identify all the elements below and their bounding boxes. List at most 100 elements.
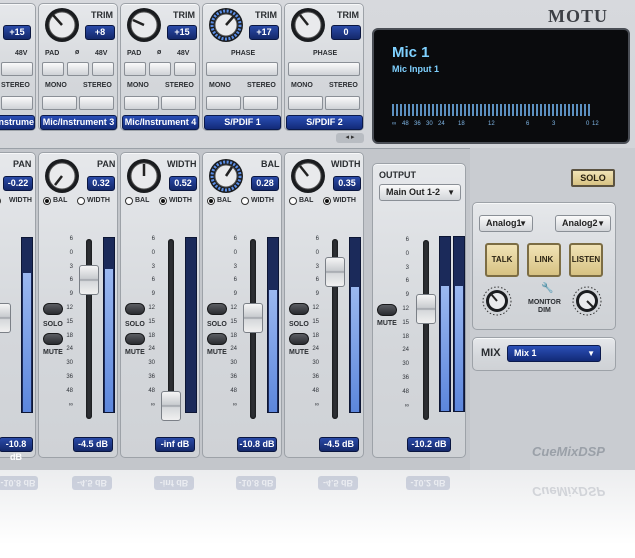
phase-button[interactable] — [149, 62, 171, 76]
display-scale-4: 24 — [438, 121, 445, 127]
bal-radio[interactable] — [43, 197, 51, 205]
48v-button[interactable] — [174, 62, 196, 76]
cuemix-window: +15 48V STEREO Instrument 2 TRIM +8 PAD … — [0, 0, 635, 470]
output-db-value[interactable]: -10.2 dB — [407, 437, 451, 452]
trim-value[interactable]: +8 — [85, 25, 115, 40]
mono-button[interactable] — [42, 96, 77, 110]
reflection-product: CueMixDSP — [532, 484, 605, 499]
reflection-db: -10.2 dB — [406, 476, 450, 490]
stereo-button[interactable] — [161, 96, 196, 110]
width-radio[interactable] — [77, 197, 85, 205]
level-meter — [103, 237, 115, 413]
trim-value[interactable]: +15 — [167, 25, 197, 40]
phase-button[interactable] — [206, 62, 278, 76]
pad-button[interactable] — [124, 62, 146, 76]
info-display: Mic 1 Mic Input 1 ∞ 48 36 30 24 18 12 6 … — [372, 28, 630, 144]
stereo-button[interactable] — [325, 96, 360, 110]
output-select[interactable]: Main Out 1-2 ▼ — [379, 184, 461, 201]
chevron-down-icon: ▼ — [447, 188, 455, 197]
mute-label: MUTE — [125, 349, 145, 356]
width-radio[interactable] — [323, 197, 331, 205]
left-monitor-select[interactable]: Analog1 ▼ — [479, 215, 533, 232]
trim-knob[interactable] — [207, 6, 245, 44]
display-subtitle: Mic Input 1 — [392, 64, 439, 74]
mono-button[interactable] — [206, 96, 241, 110]
trim-value[interactable]: +15 — [3, 25, 31, 40]
width-knob[interactable] — [125, 157, 163, 195]
output-mute-button[interactable] — [377, 304, 397, 316]
scroll-arrows[interactable]: ◂ ▸ — [336, 133, 364, 143]
talk-button[interactable]: TALK — [485, 243, 519, 277]
trim-knob[interactable] — [43, 6, 81, 44]
listen-level-knob[interactable] — [571, 285, 603, 317]
display-scale-7: 6 — [526, 121, 530, 127]
fader-handle[interactable] — [161, 391, 181, 421]
stereo-button[interactable] — [1, 96, 33, 110]
stereo-button[interactable] — [243, 96, 278, 110]
solo-button[interactable] — [289, 303, 309, 315]
trim-value[interactable]: 0 — [331, 25, 361, 40]
reflection-db: -4.5 dB — [318, 476, 358, 490]
solo-global-button[interactable]: SOLO — [571, 169, 615, 187]
bal-radio[interactable] — [0, 197, 1, 205]
channel-name: S/PDIF 2 — [286, 115, 363, 130]
mute-button[interactable] — [125, 333, 145, 345]
bal-radio[interactable] — [125, 197, 133, 205]
bal-radio[interactable] — [289, 197, 297, 205]
phase-label: ø — [75, 49, 80, 56]
mix-select[interactable]: Mix 1 ▼ — [507, 345, 601, 362]
phase-button[interactable] — [67, 62, 89, 76]
fader-handle[interactable] — [0, 303, 11, 333]
trim-knob[interactable] — [289, 6, 327, 44]
mono-button[interactable] — [124, 96, 159, 110]
trim-value[interactable]: +17 — [249, 25, 279, 40]
listen-button[interactable]: LISTEN — [569, 243, 603, 277]
width-radio[interactable] — [241, 197, 249, 205]
fader-scale: 6 0 3 6 9 12 15 18 24 30 36 48 ∞ — [230, 236, 237, 408]
pan-value[interactable]: 0.32 — [87, 176, 115, 191]
solo-button[interactable] — [125, 303, 145, 315]
width-radio[interactable] — [159, 197, 167, 205]
trim-knob[interactable] — [125, 6, 163, 44]
width-knob-label: WIDTH — [331, 159, 361, 169]
width-label: WIDTH — [9, 197, 32, 204]
fader-db-value[interactable]: -4.5 dB — [73, 437, 113, 452]
pan-knob[interactable] — [43, 157, 81, 195]
fader-scale: 6 0 3 6 9 12 15 18 24 30 36 48 ∞ — [402, 237, 409, 409]
phase-button[interactable] — [288, 62, 360, 76]
mute-label: MUTE — [377, 320, 397, 327]
fader-scale: 6 0 3 6 9 12 15 18 24 30 36 48 ∞ — [148, 236, 155, 408]
talk-level-knob[interactable] — [481, 285, 513, 317]
stereo-button[interactable] — [79, 96, 114, 110]
fader-db-value[interactable]: -10.8 dB — [237, 437, 277, 452]
balance-knob[interactable] — [207, 157, 245, 195]
48v-button[interactable] — [92, 62, 114, 76]
pan-value[interactable]: -0.22 — [3, 176, 33, 191]
48v-button[interactable] — [1, 62, 33, 76]
width-knob[interactable] — [289, 157, 327, 195]
mute-button[interactable] — [43, 333, 63, 345]
solo-button[interactable] — [43, 303, 63, 315]
bal-value[interactable]: 0.28 — [251, 176, 279, 191]
width-value[interactable]: 0.35 — [333, 176, 361, 191]
right-monitor-select[interactable]: Analog2 ▼ — [555, 215, 611, 232]
pad-button[interactable] — [42, 62, 64, 76]
solo-button[interactable] — [207, 303, 227, 315]
mute-label: MUTE — [207, 349, 227, 356]
fader-handle[interactable] — [243, 303, 263, 333]
width-value[interactable]: 0.52 — [169, 176, 197, 191]
fader-track[interactable] — [423, 240, 429, 420]
fader-db-value[interactable]: -4.5 dB — [319, 437, 359, 452]
mono-button[interactable] — [288, 96, 323, 110]
fader-handle[interactable] — [325, 257, 345, 287]
link-button[interactable]: LINK — [527, 243, 561, 277]
level-meter-right — [453, 236, 465, 412]
fader-handle[interactable] — [79, 265, 99, 295]
fader-db-value[interactable]: -inf dB — [155, 437, 195, 452]
fader-handle[interactable] — [416, 294, 436, 324]
mute-button[interactable] — [207, 333, 227, 345]
fader-db-value[interactable]: -10.8 dB — [0, 437, 33, 462]
mute-button[interactable] — [289, 333, 309, 345]
solo-label: SOLO — [207, 321, 227, 328]
bal-radio[interactable] — [207, 197, 215, 205]
